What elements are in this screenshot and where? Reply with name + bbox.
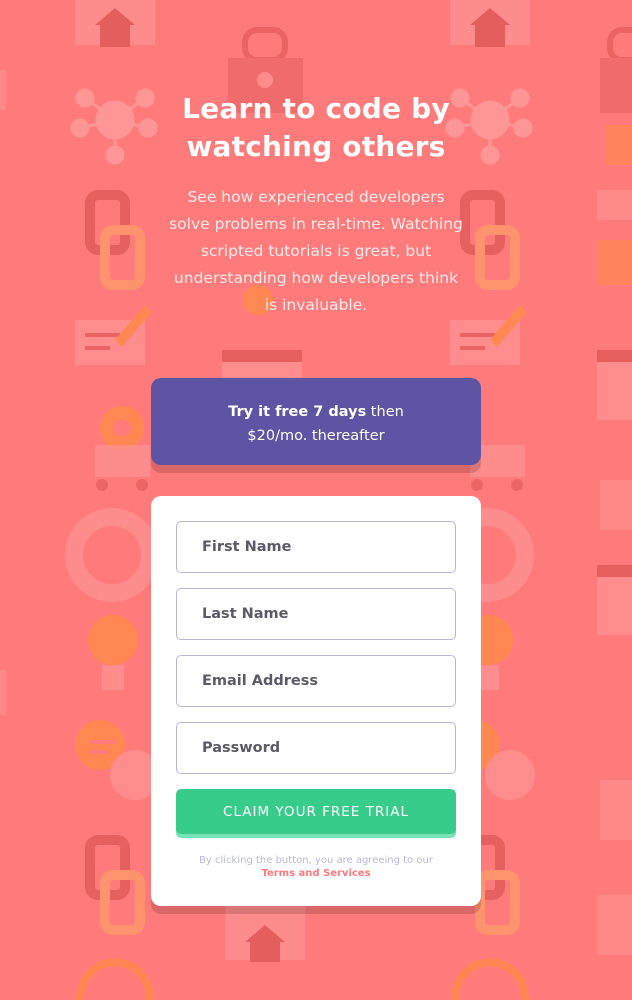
terms-prefix-text: By clicking the button, you are agreeing… <box>199 855 433 866</box>
hero-title-line2: watching others <box>186 130 446 163</box>
landing-content: Learn to code by watching others See how… <box>0 0 632 1000</box>
offer-price-text: $20/mo. thereafter <box>247 428 385 444</box>
signup-form: Claim your free trial By clicking the bu… <box>151 496 481 906</box>
offer-bold-text: Try it free 7 days <box>228 404 367 420</box>
last-name-input[interactable] <box>176 588 456 640</box>
hero-description: See how experienced developers solve pro… <box>169 188 463 314</box>
hero-title-line1: Learn to code by <box>182 92 450 125</box>
hero-title: Learn to code by watching others <box>0 90 632 166</box>
free-trial-offer-banner: Try it free 7 days then $20/mo. thereaft… <box>151 378 481 465</box>
offer-line1: Try it free 7 days then <box>151 400 481 424</box>
first-name-input[interactable] <box>176 521 456 573</box>
offer-then-text: then <box>366 404 404 420</box>
terms-link[interactable]: Terms and Services <box>261 868 370 879</box>
password-input[interactable] <box>176 722 456 774</box>
email-input[interactable] <box>176 655 456 707</box>
terms-notice: By clicking the button, you are agreeing… <box>151 854 481 880</box>
claim-free-trial-button[interactable]: Claim your free trial <box>176 789 456 834</box>
